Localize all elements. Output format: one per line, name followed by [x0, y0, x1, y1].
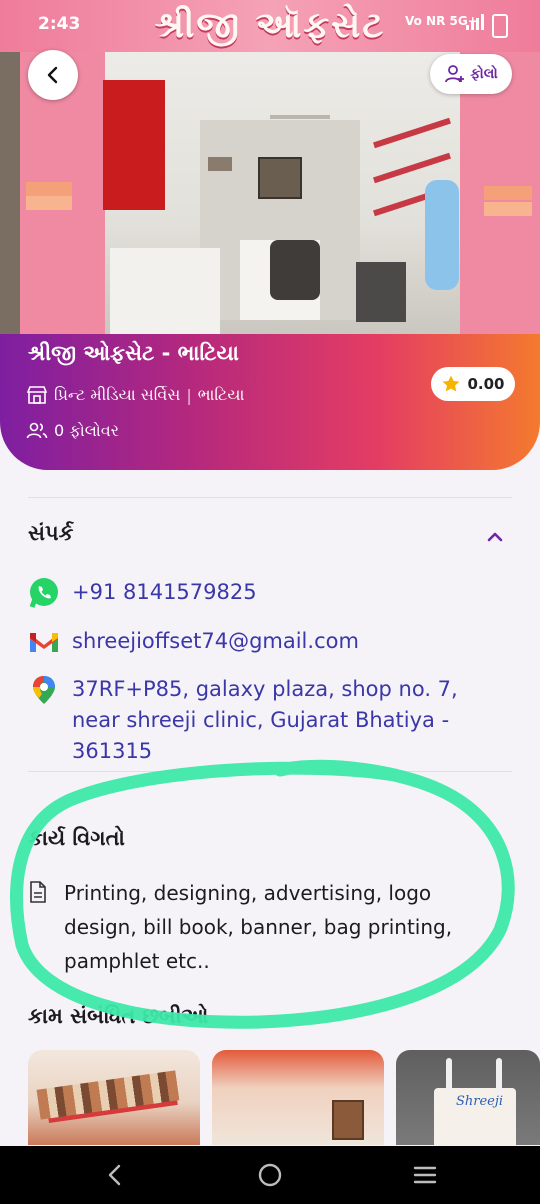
status-time: 2:43	[38, 14, 81, 34]
email-row[interactable]: shreejioffset74@gmail.com	[28, 626, 359, 658]
carrier-label: Vo NR	[405, 14, 446, 28]
location-label: ભાટિયા	[197, 385, 245, 404]
shop-name: શ્રીજી ઓફસેટ - ભાટિયા	[28, 341, 239, 365]
store-icon	[26, 386, 48, 404]
rating-badge: 0.00	[431, 367, 515, 401]
work-description-row: Printing, designing, advertising, logo d…	[28, 876, 498, 978]
divider	[28, 771, 512, 772]
battery-icon	[492, 14, 508, 38]
email-address[interactable]: shreejioffset74@gmail.com	[72, 626, 359, 657]
address-text[interactable]: 37RF+P85, galaxy plaza, shop no. 7, near…	[72, 674, 458, 767]
work-details-title: કાર્ય વિગતો	[28, 826, 125, 850]
description-line-1: Printing, designing, advertising, logo	[64, 881, 432, 905]
nav-recents-icon[interactable]	[410, 1160, 440, 1190]
add-user-icon	[445, 65, 465, 83]
phone-number[interactable]: +91 8141579825	[72, 577, 257, 608]
status-bar: 2:43 Vo NR 5G+	[0, 0, 540, 44]
address-row[interactable]: 37RF+P85, galaxy plaza, shop no. 7, near…	[28, 674, 458, 767]
work-description: Printing, designing, advertising, logo d…	[64, 876, 452, 978]
thumb-label: Shreeji	[456, 1094, 504, 1109]
users-icon	[26, 422, 48, 439]
gallery-thumb-1[interactable]	[28, 1050, 200, 1145]
divider	[28, 497, 512, 498]
gallery-thumb-2[interactable]	[212, 1050, 384, 1145]
followers-count: 0 ફોલોવર	[54, 421, 120, 440]
category-label: પ્રિન્ટ મીડિયા સર્વિસ	[54, 385, 181, 404]
document-icon	[30, 881, 46, 903]
gmail-icon	[30, 633, 58, 652]
shop-photo: શ્રીજી ઑફસેટ	[0, 0, 540, 340]
separator: |	[186, 385, 192, 405]
arrow-left-icon	[47, 66, 58, 84]
star-icon	[442, 375, 460, 392]
description-line-3: pamphlet etc..	[64, 949, 210, 973]
address-line-1: 37RF+P85, galaxy plaza, shop no. 7,	[72, 677, 458, 701]
address-line-3: 361315	[72, 739, 153, 763]
signal-icon	[466, 14, 484, 30]
address-line-2: near shreeji clinic, Gujarat Bhatiya -	[72, 708, 450, 732]
rating-value: 0.00	[467, 375, 505, 393]
follow-button[interactable]: ફોલો	[430, 54, 512, 94]
followers-row: 0 ફોલોવર	[26, 420, 119, 442]
chevron-up-icon[interactable]	[484, 526, 506, 548]
nav-home-icon[interactable]	[255, 1160, 285, 1190]
phone-row[interactable]: +91 8141579825	[28, 577, 257, 609]
map-pin-icon	[33, 676, 55, 704]
whatsapp-icon	[29, 578, 58, 608]
category-row: પ્રિન્ટ મીડિયા સર્વિસ | ભાટિયા	[26, 384, 244, 406]
contact-section-title: સંપર્ક	[28, 521, 74, 545]
nav-back-icon[interactable]	[100, 1160, 130, 1190]
back-button[interactable]	[28, 50, 78, 100]
follow-label: ફોલો	[470, 66, 498, 82]
gallery-thumb-3[interactable]: Shreeji	[396, 1050, 540, 1145]
description-line-2: design, bill book, banner, bag printing,	[64, 915, 453, 939]
gallery-section-title: કામ સંબંધિત છબીઓ	[28, 1004, 209, 1028]
